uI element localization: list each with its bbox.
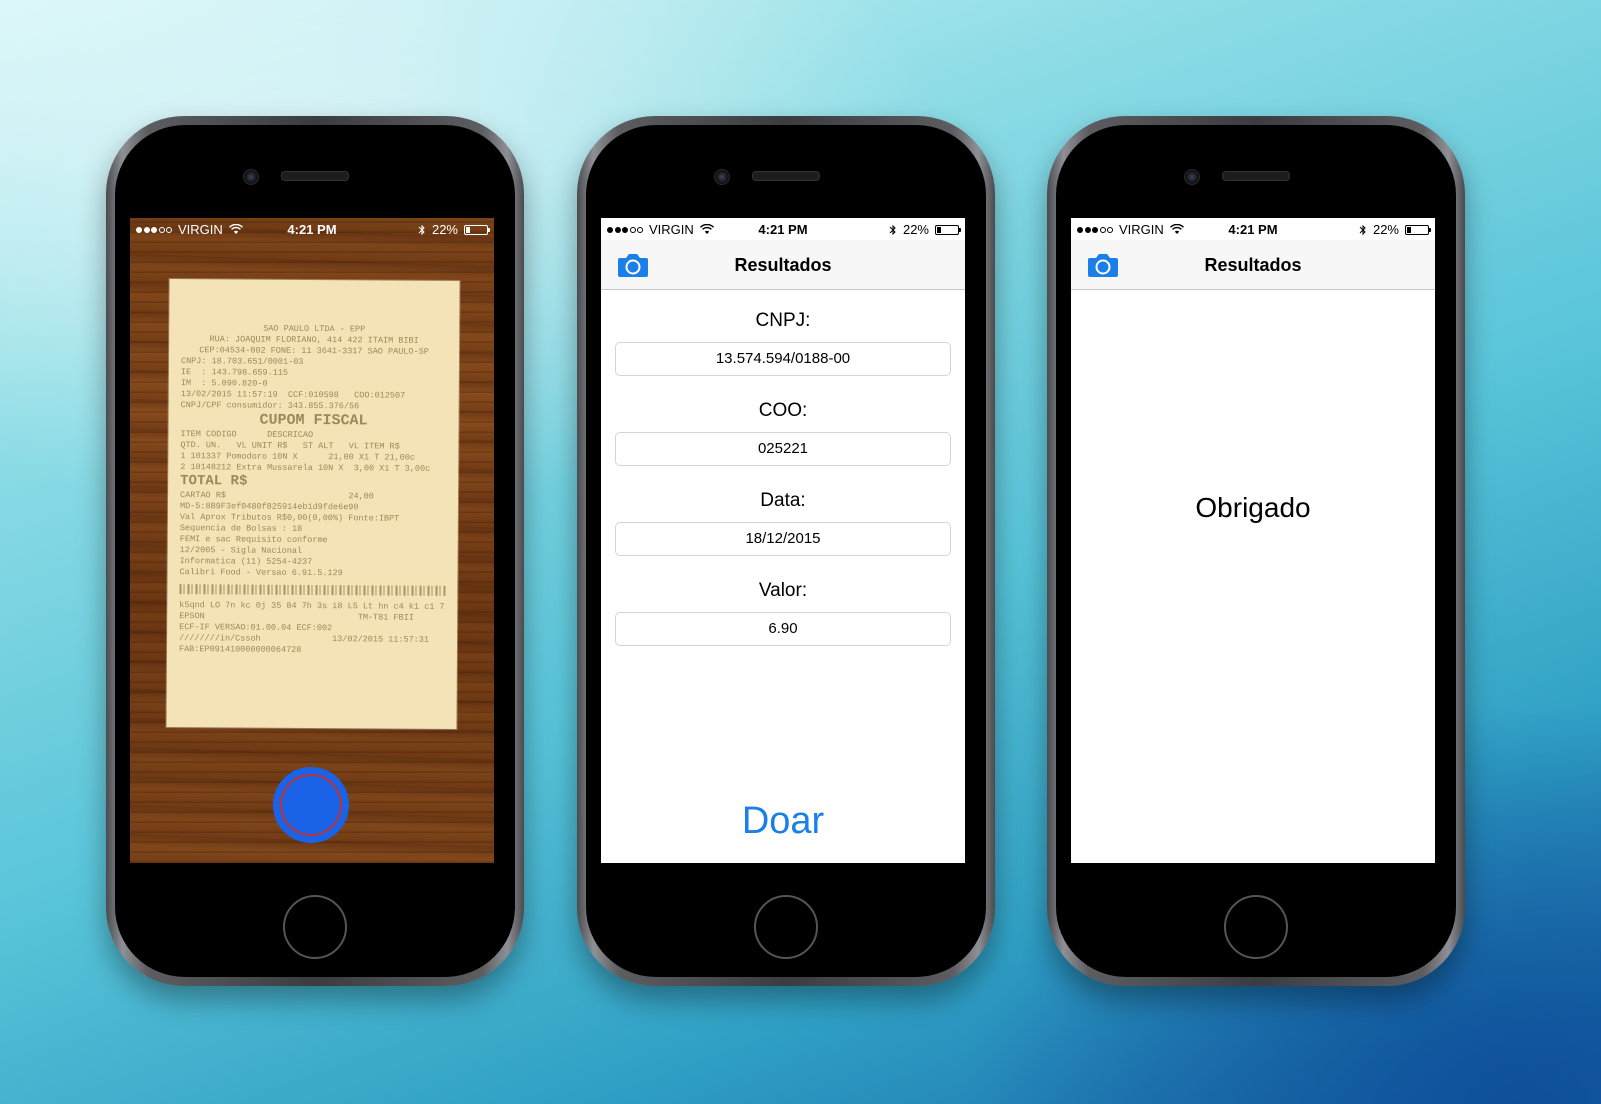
scan-screen: VIRGIN 4:21 PM 22% SAO PAULO LTDA - EPP R…	[130, 218, 494, 863]
bluetooth-icon	[418, 224, 425, 235]
cnpj-field[interactable]: 13.574.594/0188-00	[615, 342, 951, 376]
receipt-line: CNPJ/CPF consumidor: 343.855.376/56	[180, 400, 360, 412]
bluetooth-icon	[1359, 224, 1366, 235]
coo-label: COO:	[758, 400, 808, 421]
status-right: 22%	[1359, 222, 1431, 237]
donate-button[interactable]: Doar	[601, 800, 965, 843]
home-button[interactable]	[754, 895, 818, 959]
page-title: Resultados	[1204, 255, 1302, 275]
phone-scan: VIRGIN 4:21 PM 22% SAO PAULO LTDA - EPP R…	[106, 116, 524, 986]
front-camera	[1184, 169, 1200, 185]
valor-label: Valor:	[758, 580, 808, 601]
battery-percent: 22%	[431, 222, 458, 237]
front-camera	[243, 169, 259, 185]
phone-results: VIRGIN 4:21 PM 22% Resultados CNPJ: 13.5…	[577, 116, 995, 986]
status-right: 22%	[418, 222, 490, 237]
status-right: 22%	[889, 222, 961, 237]
shutter-button[interactable]	[273, 767, 349, 843]
phone-body: VIRGIN 4:21 PM 22% SAO PAULO LTDA - EPP R…	[115, 125, 515, 977]
earpiece-speaker	[752, 171, 820, 181]
earpiece-speaker	[1222, 171, 1290, 181]
cnpj-label: CNPJ:	[755, 310, 811, 331]
battery-percent: 22%	[902, 222, 929, 237]
valor-field[interactable]: 6.90	[615, 612, 951, 646]
receipt-line: TOTAL R$ 24,00	[180, 473, 248, 490]
data-label: Data:	[760, 490, 806, 511]
phone-body: VIRGIN 4:21 PM 22% Resultados CNPJ: 13.5…	[586, 125, 986, 977]
receipt-line: FAB:EP091410000000064728	[178, 644, 302, 655]
front-camera	[714, 169, 730, 185]
status-bar: VIRGIN 4:21 PM 22%	[601, 218, 965, 240]
status-bar: VIRGIN 4:21 PM 22%	[130, 218, 494, 240]
shutter-ring	[280, 774, 342, 836]
battery-percent: 22%	[1372, 222, 1399, 237]
thanks-screen: VIRGIN 4:21 PM 22% Resultados Obrigado	[1071, 218, 1435, 863]
receipt-line: CUPOM FISCAL	[259, 411, 368, 430]
phone-body: VIRGIN 4:21 PM 22% Resultados Obrigado	[1056, 125, 1456, 977]
navigation-bar: Resultados	[1071, 240, 1435, 290]
coo-field[interactable]: 025221	[615, 432, 951, 466]
home-button[interactable]	[1224, 895, 1288, 959]
page-title: Resultados	[734, 255, 832, 275]
battery-icon	[935, 224, 961, 235]
phone-thanks: VIRGIN 4:21 PM 22% Resultados Obrigado	[1047, 116, 1465, 986]
receipt-barcode	[179, 584, 446, 596]
home-button[interactable]	[283, 895, 347, 959]
battery-icon	[1405, 224, 1431, 235]
thank-you-message: Obrigado	[1195, 492, 1311, 523]
results-screen: VIRGIN 4:21 PM 22% Resultados CNPJ: 13.5…	[601, 218, 965, 863]
receipt-line: Calibri Food - Versao 6.91.5.129	[179, 567, 343, 579]
status-bar: VIRGIN 4:21 PM 22%	[1071, 218, 1435, 240]
navigation-bar: Resultados	[601, 240, 965, 290]
earpiece-speaker	[281, 171, 349, 181]
data-field[interactable]: 18/12/2015	[615, 522, 951, 556]
bluetooth-icon	[889, 224, 896, 235]
receipt-preview: SAO PAULO LTDA - EPP RUA: JOAQUIM FLORIAN…	[166, 278, 460, 730]
battery-icon	[464, 224, 490, 235]
